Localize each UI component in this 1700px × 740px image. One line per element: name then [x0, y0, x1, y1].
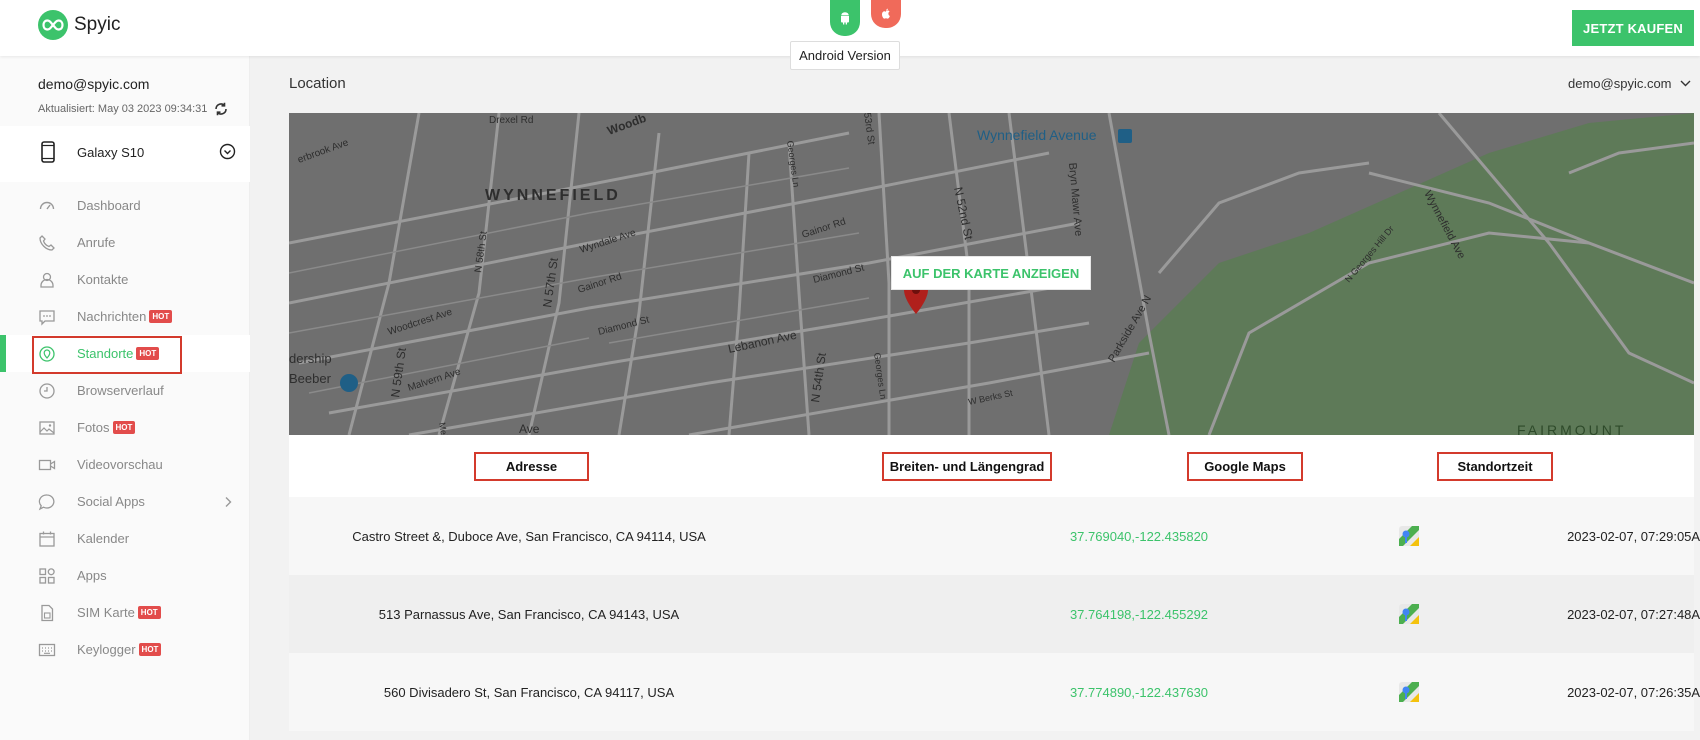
sidebar-item-label: Kontakte: [77, 272, 129, 287]
sidebar-item-label: SIM Karte: [77, 605, 135, 620]
video-icon: [38, 459, 56, 471]
keyboard-icon: [38, 643, 56, 657]
last-updated-text: Aktualisiert: May 03 2023 09:34:31: [38, 103, 208, 115]
show-on-map-button[interactable]: AUF DER KARTE ANZEIGEN: [891, 256, 1091, 290]
sidebar: demo@spyic.com Aktualisiert: May 03 2023…: [0, 56, 250, 740]
spyic-logo[interactable]: Spyic: [38, 10, 120, 40]
table-row: 560 Divisadero St, San Francisco, CA 941…: [289, 653, 1700, 731]
sidebar-item-video-preview[interactable]: Videovorschau: [0, 446, 250, 483]
android-version-tab[interactable]: [830, 0, 860, 36]
apple-icon: [882, 8, 890, 19]
sidebar-item-messages[interactable]: Nachrichten HOT: [0, 298, 250, 335]
sidebar-item-label: Browserverlauf: [77, 383, 164, 398]
table-row: 513 Parnassus Ave, San Francisco, CA 941…: [289, 575, 1700, 653]
sidebar-item-calendar[interactable]: Kalender: [0, 520, 250, 557]
phone-icon: [39, 235, 55, 251]
column-header-address: Adresse: [474, 452, 589, 481]
map-label-wynnefield: WYNNEFIELD: [485, 187, 621, 204]
sidebar-item-apps[interactable]: Apps: [0, 557, 250, 594]
android-icon: [841, 12, 849, 25]
sidebar-item-label: Social Apps: [77, 494, 145, 509]
column-header-location-time: Standortzeit: [1437, 452, 1553, 481]
android-version-tooltip: Android Version: [790, 41, 900, 70]
chat-bubble-icon: [38, 494, 55, 511]
smartphone-icon: [41, 141, 55, 163]
transit-icon: [1118, 129, 1132, 143]
apps-grid-icon: [39, 568, 55, 584]
sidebar-item-keylogger[interactable]: Keylogger HOT: [0, 631, 250, 668]
sidebar-item-label: Kalender: [77, 531, 130, 546]
device-selector[interactable]: Galaxy S10: [0, 126, 250, 182]
sidebar-item-label: Fotos: [77, 420, 110, 435]
address-cell: 560 Divisadero St, San Francisco, CA 941…: [383, 684, 675, 700]
table-body: Castro Street &, Duboce Ave, San Francis…: [289, 497, 1700, 731]
hot-badge: HOT: [138, 643, 162, 656]
refresh-icon[interactable]: [213, 101, 229, 117]
chevron-right-icon: [225, 497, 232, 507]
logo-text: Spyic: [74, 14, 121, 35]
sidebar-item-calls[interactable]: Anrufe: [0, 224, 250, 261]
map-label-wynnefield-avenue: Wynnefield Avenue: [977, 127, 1097, 143]
sidebar-item-browser-history[interactable]: Browserverlauf: [0, 372, 250, 409]
chevron-down-circle-icon[interactable]: [219, 143, 236, 160]
sidebar-item-photos[interactable]: Fotos HOT: [0, 409, 250, 446]
map-label-drexel: Drexel Rd: [489, 115, 533, 126]
location-table: Adresse Breiten- und Längengrad Google M…: [289, 435, 1700, 731]
account-info: demo@spyic.com Aktualisiert: May 03 2023…: [38, 76, 229, 117]
map-label-fairmount: FAIRMOUNT: [1517, 422, 1626, 435]
address-cell: 513 Parnassus Ave, San Francisco, CA 941…: [378, 606, 680, 622]
address-cell: Castro Street &, Duboce Ave, San Francis…: [352, 528, 706, 544]
infinity-logo-icon: [38, 10, 68, 40]
account-email: demo@spyic.com: [38, 76, 150, 92]
last-updated: Aktualisiert: May 03 2023 09:34:31: [38, 101, 229, 117]
chevron-down-icon: [1680, 80, 1691, 87]
sidebar-item-label: Apps: [77, 568, 107, 583]
sidebar-nav: Dashboard Anrufe Kontakte Nachrichten HO…: [0, 187, 250, 668]
user-menu-email: demo@spyic.com: [1568, 76, 1672, 91]
sim-card-icon: [41, 604, 54, 622]
time-cell: 2023-02-07, 07:27:48AM: [1567, 606, 1700, 622]
time-cell: 2023-02-07, 07:29:05AM: [1567, 528, 1700, 544]
sidebar-item-label: Dashboard: [77, 198, 141, 213]
table-header: Adresse Breiten- und Längengrad Google M…: [289, 435, 1694, 497]
map-label-ave: Ave: [519, 422, 540, 435]
message-icon: [39, 310, 55, 326]
highlight-box: [32, 336, 182, 374]
clock-icon: [39, 383, 55, 399]
time-cell: 2023-02-07, 07:26:35AM: [1567, 684, 1700, 700]
sidebar-item-social-apps[interactable]: Social Apps: [0, 483, 250, 520]
image-icon: [39, 421, 55, 435]
poi-marker-icon: [340, 374, 358, 392]
map-label-dership: dership: [289, 351, 332, 366]
user-icon: [40, 272, 54, 288]
buy-now-button[interactable]: JETZT KAUFEN: [1572, 10, 1694, 46]
location-map[interactable]: Drexel Rd Woodb erbrook Ave WYNNEFIELD W…: [289, 113, 1694, 435]
calendar-icon: [39, 531, 55, 547]
page-title: Location: [289, 75, 346, 92]
hot-badge: HOT: [149, 310, 173, 323]
dashboard-icon: [39, 201, 55, 210]
user-menu[interactable]: demo@spyic.com: [1568, 76, 1691, 91]
sidebar-item-sim-card[interactable]: SIM Karte HOT: [0, 594, 250, 631]
sidebar-item-label: Keylogger: [77, 642, 136, 657]
map-label-beeber: Beeber: [289, 371, 332, 386]
sidebar-item-label: Nachrichten: [77, 309, 147, 324]
device-name: Galaxy S10: [77, 145, 145, 160]
sidebar-item-label: Anrufe: [77, 235, 116, 250]
sidebar-item-dashboard[interactable]: Dashboard: [0, 187, 250, 224]
ios-version-tab[interactable]: [871, 0, 901, 28]
column-header-google-maps: Google Maps: [1187, 452, 1303, 481]
sidebar-item-label: Videovorschau: [77, 457, 163, 472]
hot-badge: HOT: [137, 606, 161, 619]
table-row: Castro Street &, Duboce Ave, San Francis…: [289, 497, 1700, 575]
column-header-coordinates: Breiten- und Längengrad: [882, 452, 1052, 481]
sidebar-item-locations[interactable]: Standorte HOT: [0, 335, 250, 374]
hot-badge: HOT: [112, 421, 136, 434]
sidebar-item-contacts[interactable]: Kontakte: [0, 261, 250, 298]
